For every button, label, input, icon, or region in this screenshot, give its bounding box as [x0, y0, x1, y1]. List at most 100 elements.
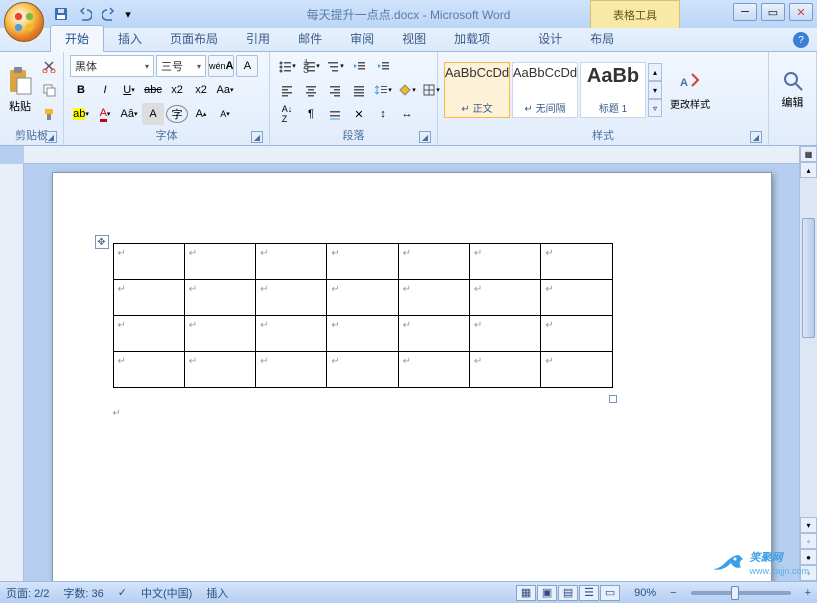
save-icon[interactable]	[50, 3, 72, 25]
ruler-toggle-icon[interactable]: ▦	[800, 146, 817, 162]
table-cell[interactable]: ↵	[398, 244, 469, 280]
table-cell[interactable]: ↵	[398, 352, 469, 388]
table-cell[interactable]: ↵	[256, 352, 327, 388]
shading-button[interactable]: ▾	[396, 79, 418, 101]
align-right-button[interactable]	[324, 79, 346, 101]
gallery-up-icon[interactable]: ▴	[648, 63, 662, 81]
font-color-button[interactable]: A▾	[94, 103, 116, 125]
table-cell[interactable]: ↵	[541, 244, 612, 280]
font-size-combo[interactable]: 三号▾	[156, 55, 206, 77]
document-table[interactable]: ↵↵↵↵↵↵↵↵↵↵↵↵↵↵↵↵↵↵↵↵↵↵↵↵↵↵↵↵	[113, 243, 613, 388]
zoom-in-button[interactable]: +	[805, 587, 811, 599]
font-name-combo[interactable]: 黑体▾	[70, 55, 154, 77]
tab-view[interactable]: 视图	[388, 26, 440, 51]
decrease-indent-button[interactable]	[348, 55, 370, 77]
redo-icon[interactable]	[98, 3, 120, 25]
cut-icon[interactable]	[38, 55, 60, 77]
office-button[interactable]	[4, 2, 44, 42]
browse-prev-icon[interactable]: ◦	[800, 533, 817, 549]
scroll-down-icon[interactable]: ▾	[800, 517, 817, 533]
table-cell[interactable]: ↵	[398, 280, 469, 316]
phonetic-guide-icon[interactable]: wénA	[208, 55, 234, 77]
style-heading1[interactable]: AaBb标题 1	[580, 62, 646, 118]
paste-button[interactable]: 粘贴	[6, 55, 34, 125]
table-cell[interactable]: ↵	[541, 280, 612, 316]
multilevel-button[interactable]: ▾	[324, 55, 346, 77]
strikethrough-button[interactable]: abc	[142, 79, 164, 101]
tab-layout[interactable]: 布局	[576, 26, 628, 51]
qat-dropdown-icon[interactable]: ▾	[122, 3, 134, 25]
table-cell[interactable]: ↵	[113, 352, 184, 388]
increase-indent-button[interactable]	[372, 55, 394, 77]
tab-design[interactable]: 设计	[524, 26, 576, 51]
status-words[interactable]: 字数: 36	[63, 585, 103, 601]
styles-dialog-launcher[interactable]: ◢	[750, 131, 762, 143]
table-cell[interactable]: ↵	[184, 352, 255, 388]
style-no-spacing[interactable]: AaBbCcDd↵ 无间隔	[512, 62, 578, 118]
table-cell[interactable]: ↵	[113, 280, 184, 316]
numbering-button[interactable]: 123▾	[300, 55, 322, 77]
table-cell[interactable]: ↵	[327, 244, 398, 280]
undo-icon[interactable]	[74, 3, 96, 25]
draft-view-icon[interactable]: ▭	[600, 585, 620, 601]
char-shading-button[interactable]: A	[142, 103, 164, 125]
minimize-button[interactable]: ─	[733, 3, 757, 21]
status-mode[interactable]: 插入	[206, 585, 228, 601]
tab-review[interactable]: 审阅	[336, 26, 388, 51]
table-cell[interactable]: ↵	[327, 316, 398, 352]
table-cell[interactable]: ↵	[541, 316, 612, 352]
font-dialog-launcher[interactable]: ◢	[251, 131, 263, 143]
table-move-handle[interactable]: ✥	[95, 235, 109, 249]
show-marks-button[interactable]: ¶	[300, 103, 322, 125]
table-cell[interactable]: ↵	[327, 280, 398, 316]
scroll-track[interactable]	[800, 178, 817, 517]
sort-button[interactable]: A↓Z	[276, 103, 298, 125]
table-cell[interactable]: ↵	[113, 244, 184, 280]
table-resize-handle[interactable]	[609, 395, 617, 403]
shrink-font-button[interactable]: A▾	[214, 103, 236, 125]
outline-view-icon[interactable]: ☰	[579, 585, 599, 601]
format-painter-icon[interactable]	[38, 103, 60, 125]
zoom-out-button[interactable]: −	[670, 587, 676, 599]
char-border-icon[interactable]: A	[236, 55, 258, 77]
asian-layout-button[interactable]: ↕	[372, 103, 394, 125]
scroll-thumb[interactable]	[802, 218, 815, 338]
vertical-ruler[interactable]	[0, 164, 24, 581]
change-case-button[interactable]: Aa▾	[214, 79, 236, 101]
close-button[interactable]: ✕	[789, 3, 813, 21]
tab-home[interactable]: 开始	[50, 25, 104, 52]
table-cell[interactable]: ↵	[469, 244, 540, 280]
table-cell[interactable]: ↵	[256, 316, 327, 352]
copy-icon[interactable]	[38, 79, 60, 101]
table-cell[interactable]: ↵	[469, 280, 540, 316]
web-layout-view-icon[interactable]: ▤	[558, 585, 578, 601]
help-icon[interactable]: ?	[793, 32, 809, 48]
status-page[interactable]: 页面: 2/2	[6, 585, 49, 601]
align-left-button[interactable]	[276, 79, 298, 101]
vertical-scrollbar[interactable]: ▦ ▴ ▾ ◦ ● ◦	[799, 146, 817, 581]
paragraph-dialog-launcher[interactable]: ◢	[419, 131, 431, 143]
table-cell[interactable]: ↵	[469, 316, 540, 352]
change-styles-button[interactable]: A 更改样式	[666, 55, 714, 125]
line-spacing-button[interactable]: ▾	[372, 79, 394, 101]
gallery-down-icon[interactable]: ▾	[648, 81, 662, 99]
tab-insert[interactable]: 插入	[104, 26, 156, 51]
underline-button[interactable]: U▾	[118, 79, 140, 101]
text-direction-button[interactable]: ↔	[396, 103, 418, 125]
table-cell[interactable]: ↵	[113, 316, 184, 352]
style-normal[interactable]: AaBbCcDd↵ 正文	[444, 62, 510, 118]
table-cell[interactable]: ↵	[541, 352, 612, 388]
tab-references[interactable]: 引用	[232, 26, 284, 51]
print-layout-view-icon[interactable]: ▦	[516, 585, 536, 601]
table-cell[interactable]: ↵	[327, 352, 398, 388]
table-cell[interactable]: ↵	[398, 316, 469, 352]
gallery-more-icon[interactable]: ▿	[648, 99, 662, 117]
align-center-button[interactable]	[300, 79, 322, 101]
tab-mailings[interactable]: 邮件	[284, 26, 336, 51]
zoom-thumb[interactable]	[731, 586, 739, 600]
indent-marker-button[interactable]: ✕	[348, 103, 370, 125]
subscript-button[interactable]: x2	[166, 79, 188, 101]
bold-button[interactable]: B	[70, 79, 92, 101]
horizontal-ruler[interactable]	[24, 146, 799, 164]
table-cell[interactable]: ↵	[256, 280, 327, 316]
